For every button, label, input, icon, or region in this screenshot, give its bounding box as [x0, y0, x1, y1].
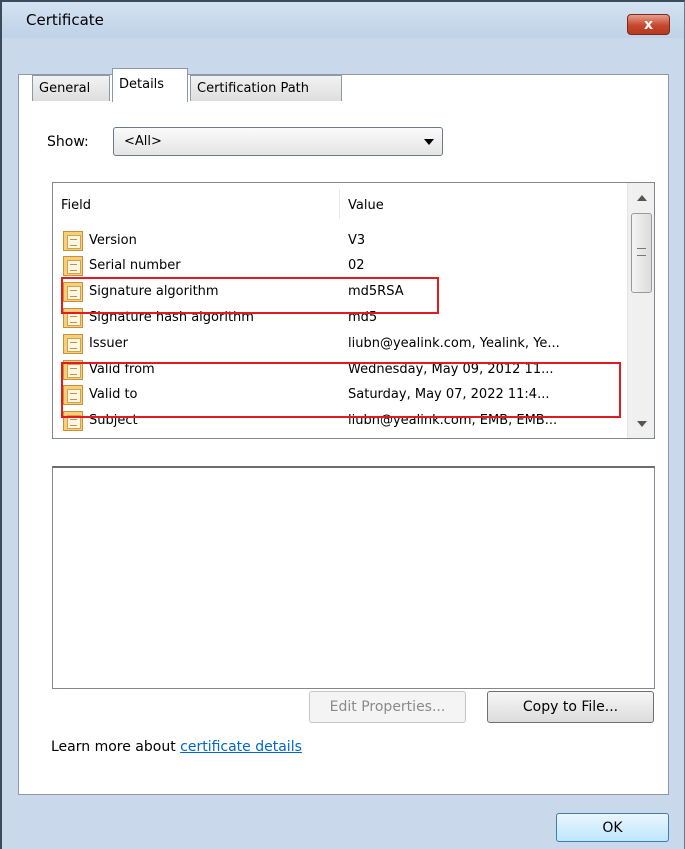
tab-certification-path[interactable]: Certification Path	[190, 75, 342, 101]
list-row-version[interactable]: Version V3	[53, 230, 627, 252]
column-divider[interactable]	[339, 189, 340, 219]
close-button[interactable]: x	[627, 14, 670, 35]
tab-general[interactable]: General	[32, 75, 110, 101]
list-row-issuer[interactable]: Issuer liubn@yealink.com, Yealink, Ye...	[53, 333, 627, 355]
tab-details-label: Details	[119, 77, 165, 92]
edit-properties-button[interactable]: Edit Properties...	[309, 691, 466, 723]
highlight-box-validity	[61, 362, 621, 418]
column-header-field[interactable]: Field	[61, 198, 91, 213]
learn-more-prefix: Learn more about	[51, 739, 181, 755]
scroll-up-icon[interactable]	[637, 195, 647, 201]
chevron-down-icon	[424, 139, 434, 145]
certificate-details-link[interactable]: certificate details	[180, 739, 302, 755]
title-bar[interactable]: Certificate x	[2, 2, 684, 38]
field-detail-textbox[interactable]	[52, 466, 655, 689]
tab-details[interactable]: Details	[112, 68, 188, 102]
column-header-value[interactable]: Value	[348, 198, 384, 213]
grip-icon	[637, 248, 646, 256]
show-label: Show:	[47, 134, 89, 150]
copy-to-file-button[interactable]: Copy to File...	[487, 691, 654, 723]
list-header: Field Value	[53, 183, 627, 223]
field-value: 02	[348, 258, 365, 273]
field-icon	[63, 231, 83, 251]
scroll-thumb[interactable]	[631, 213, 652, 293]
field-name: Issuer	[89, 336, 128, 351]
ok-button[interactable]: OK	[556, 813, 669, 842]
field-icon	[63, 256, 83, 276]
tab-certification-path-label: Certification Path	[197, 81, 310, 96]
field-icon	[63, 334, 83, 354]
show-dropdown[interactable]: <All>	[113, 127, 443, 156]
field-value: liubn@yealink.com, Yealink, Ye...	[348, 336, 560, 351]
field-name: Version	[89, 233, 137, 248]
scroll-down-icon[interactable]	[637, 421, 647, 427]
field-name: Serial number	[89, 258, 181, 273]
list-row-serial-number[interactable]: Serial number 02	[53, 255, 627, 277]
show-dropdown-value: <All>	[124, 134, 162, 149]
field-value: V3	[348, 233, 366, 248]
highlight-box-signature-algorithm	[61, 277, 439, 314]
vertical-scrollbar[interactable]	[627, 183, 654, 438]
tab-general-label: General	[39, 81, 91, 96]
learn-more-text: Learn more about certificate details	[51, 739, 302, 755]
window-title: Certificate	[26, 11, 104, 29]
close-icon: x	[643, 16, 654, 33]
